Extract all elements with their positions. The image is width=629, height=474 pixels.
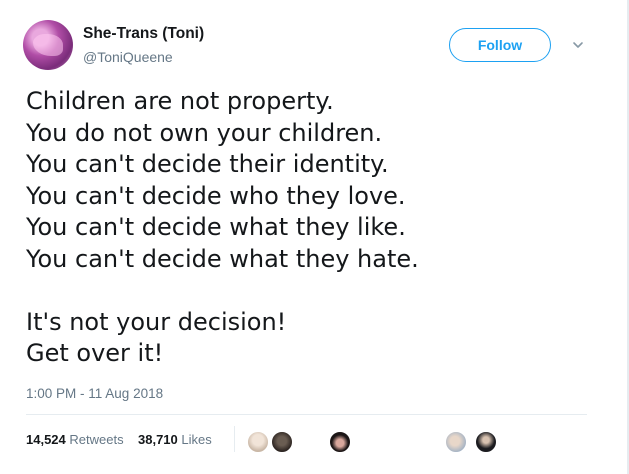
retweets-count: 14,524 <box>26 432 66 447</box>
avatar[interactable] <box>23 20 73 70</box>
liker-avatar[interactable] <box>246 430 270 454</box>
tweet-line: Get over it! <box>26 339 164 367</box>
chevron-down-icon[interactable] <box>571 38 585 52</box>
tweet-line: It's not your decision! <box>26 307 287 336</box>
liker-avatar[interactable] <box>328 430 352 454</box>
liker-avatar[interactable] <box>474 430 498 454</box>
tweet-line: Children are not property. <box>26 87 334 115</box>
retweets-stat[interactable]: 14,524 Retweets <box>26 432 124 447</box>
tweet-line: You can't decide what they like. <box>26 213 406 241</box>
likes-count: 38,710 <box>138 432 178 447</box>
tweet-line: You can't decide their identity. <box>26 150 389 178</box>
tweet-header: She-Trans (Toni) @ToniQueene Follow <box>23 18 603 70</box>
retweets-label: Retweets <box>69 432 124 447</box>
tweet-stats: 14,524 Retweets 38,710 Likes <box>26 426 587 454</box>
display-name[interactable]: She-Trans (Toni) <box>83 25 204 43</box>
tweet-timestamp[interactable]: 1:00 PM - 11 Aug 2018 <box>26 386 163 401</box>
tweet-line: You can't decide what they hate. <box>26 244 419 273</box>
tweet-line: You can't decide who they love. <box>26 181 406 210</box>
user-handle[interactable]: @ToniQueene <box>83 49 173 65</box>
divider <box>26 414 587 415</box>
stats-separator <box>234 426 235 452</box>
tweet-text: Children are not property. You do not ow… <box>26 86 586 370</box>
likes-stat[interactable]: 38,710 Likes <box>138 432 212 447</box>
follow-button[interactable]: Follow <box>449 28 551 62</box>
tweet-line: You do not own your children. <box>26 118 383 147</box>
likes-label: Likes <box>181 432 212 447</box>
liker-avatar[interactable] <box>444 430 468 454</box>
liker-avatar[interactable] <box>270 430 294 454</box>
